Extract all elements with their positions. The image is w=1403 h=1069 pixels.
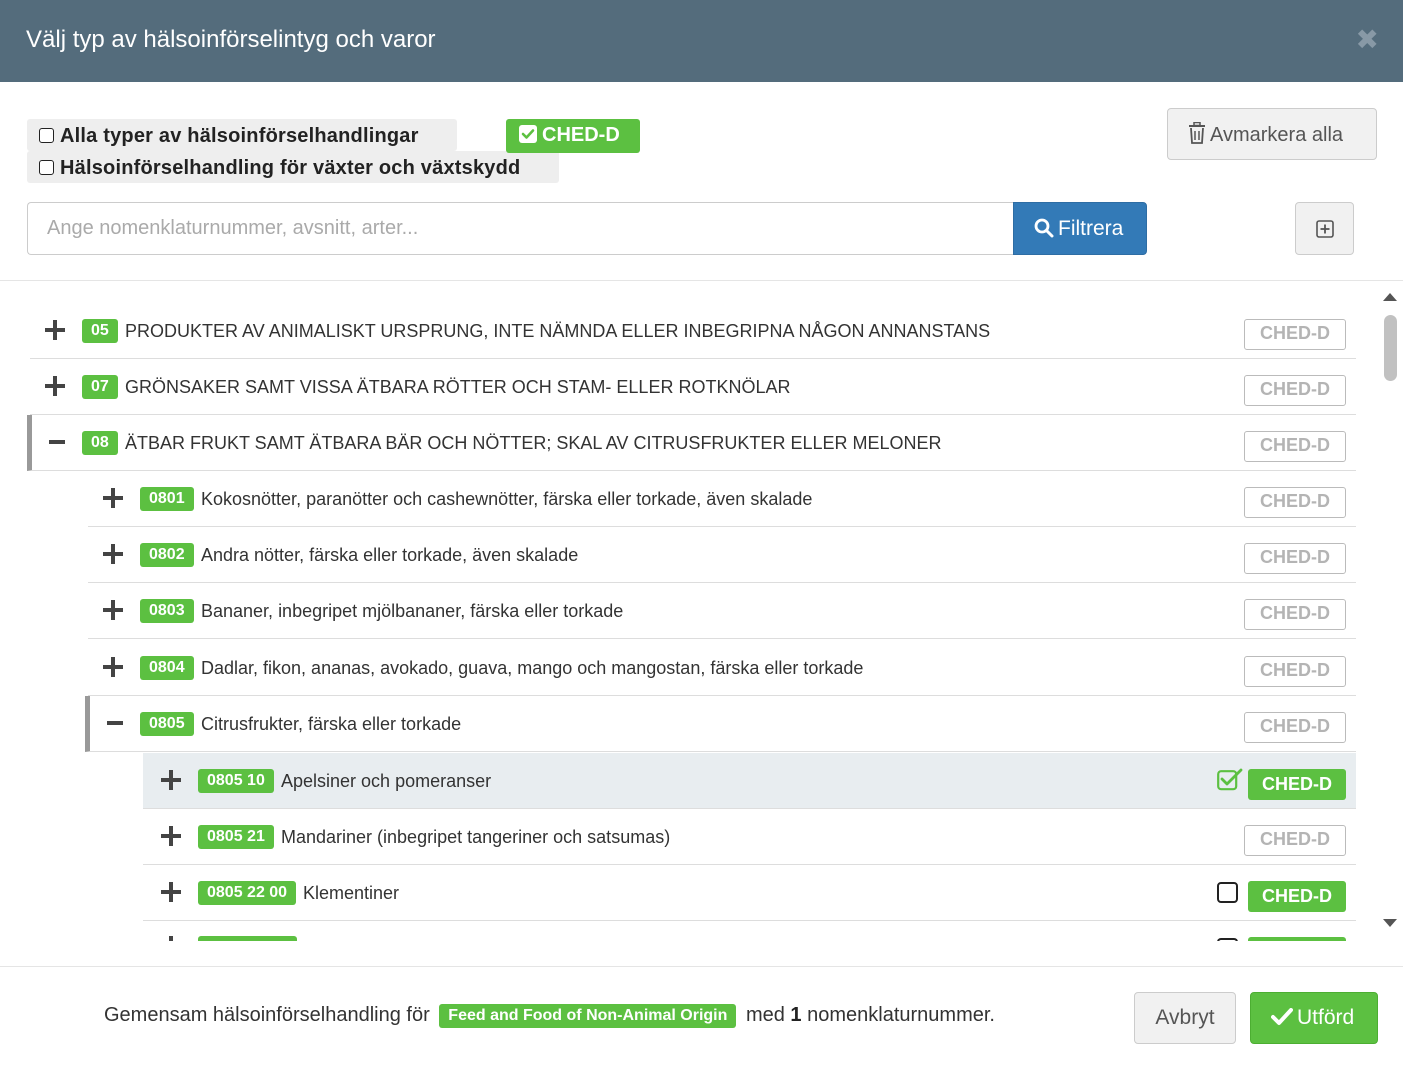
ched-d-badge[interactable]: CHED-D [1244, 375, 1346, 406]
scroll-down-arrow[interactable] [1383, 919, 1397, 927]
ched-d-filter-label: CHED-D [542, 124, 620, 146]
expand-icon[interactable] [161, 882, 181, 902]
all-types-label: Alla typer av hälsoinförselhandlingar [60, 125, 419, 147]
expand-icon[interactable] [103, 488, 123, 508]
collapse-icon[interactable] [105, 713, 125, 733]
ched-d-badge-active[interactable] [1248, 937, 1346, 941]
row-label: Klementiner [303, 883, 400, 903]
ched-d-badge[interactable]: CHED-D [1244, 599, 1346, 630]
row-label: Mandariner (inbegripet tangeriner och sa… [281, 827, 671, 847]
ched-d-badge[interactable]: CHED-D [1244, 712, 1346, 743]
ched-d-badge[interactable]: CHED-D [1244, 543, 1346, 574]
modal-header: Välj typ av hälsoinförselintyg och varor… [0, 0, 1403, 82]
row-checked-icon[interactable] [1217, 768, 1243, 791]
expand-icon[interactable] [45, 376, 65, 396]
collapse-icon[interactable] [47, 432, 67, 452]
row-label: Citrusfrukter, färska eller torkade [201, 714, 462, 734]
ched-d-badge-active[interactable]: CHED-D [1248, 769, 1346, 800]
ched-d-badge-active[interactable]: CHED-D [1248, 881, 1346, 912]
clear-all-label: Avmarkera alla [1210, 124, 1344, 146]
tree-row[interactable]: 0803 Bananer, inbegripet mjölbananer, fä… [88, 583, 1356, 639]
plus-square-icon [1316, 220, 1334, 238]
category-badge: Feed and Food of Non-Animal Origin [439, 1004, 737, 1028]
search-icon [1034, 218, 1054, 238]
selected-count: 1 [790, 1004, 802, 1026]
ched-d-badge[interactable]: CHED-D [1244, 431, 1346, 462]
row-label: Dadlar, fikon, ananas, avokado, guava, m… [201, 658, 864, 678]
tree-row[interactable]: 0805 22 00 Klementiner CHED-D [143, 865, 1356, 921]
expand-icon[interactable] [161, 770, 181, 790]
nomenclature-tree[interactable]: 05 PRODUKTER AV ANIMALISKT URSPRUNG, INT… [0, 283, 1380, 941]
footer-divider [0, 966, 1403, 967]
all-types-option[interactable]: Alla typer av hälsoinförselhandlingar [27, 119, 457, 151]
divider [0, 280, 1403, 281]
done-label: Utförd [1297, 1006, 1355, 1029]
row-label: PRODUKTER AV ANIMALISKT URSPRUNG, INTE N… [125, 321, 991, 341]
nomenclature-code: 0805 22 00 [198, 881, 297, 905]
ched-d-badge[interactable]: CHED-D [1244, 319, 1346, 350]
row-label: Kokosnötter, paranötter och cashewnötter… [201, 489, 813, 509]
row-label: GRÖNSAKER SAMT VISSA ÄTBARA RÖTTER OCH S… [125, 377, 791, 397]
search-input[interactable]: Ange nomenklaturnummer, avsnitt, arter..… [27, 202, 1015, 255]
nomenclature-code: 08 [82, 431, 118, 455]
cancel-button[interactable]: Avbryt [1134, 992, 1236, 1044]
nomenclature-code: 07 [82, 375, 118, 399]
nomenclature-code [198, 936, 297, 941]
trash-icon [1189, 121, 1205, 144]
footer-text-before: Gemensam hälsoinförselhandling för [104, 1004, 430, 1026]
tree-row-expanded[interactable]: 08 ÄTBAR FRUKT SAMT ÄTBARA BÄR OCH NÖTTE… [27, 415, 1356, 471]
filter-label: Filtrera [1058, 217, 1124, 240]
ched-d-badge[interactable]: CHED-D [1244, 656, 1346, 687]
footer-summary: Gemensam hälsoinförselhandling för Feed … [104, 1004, 995, 1028]
footer-text-med: med [745, 1004, 785, 1026]
footer-text-after: nomenklaturnummer. [807, 1004, 995, 1026]
done-button[interactable]: Utförd [1250, 992, 1378, 1044]
close-icon[interactable]: ✖ [1356, 26, 1379, 54]
plants-checkbox[interactable] [39, 160, 54, 175]
nomenclature-code: 0803 [140, 599, 194, 623]
expand-icon[interactable] [169, 936, 173, 941]
nomenclature-code: 0805 21 [198, 825, 274, 849]
row-label: Andra nötter, färska eller torkade, även… [201, 545, 579, 565]
plants-label: Hälsoinförselhandling för växter och väx… [60, 157, 521, 179]
plants-option[interactable]: Hälsoinförselhandling för växter och väx… [27, 151, 559, 183]
expand-icon[interactable] [161, 826, 181, 846]
ched-d-badge[interactable]: CHED-D [1244, 487, 1346, 518]
row-checkbox[interactable] [1217, 938, 1238, 941]
nomenclature-code: 0805 10 [198, 769, 274, 793]
tree-row[interactable]: 07 GRÖNSAKER SAMT VISSA ÄTBARA RÖTTER OC… [30, 359, 1356, 415]
expand-all-button[interactable] [1295, 202, 1354, 255]
tree-row-selected[interactable]: 0805 10 Apelsiner och pomeranser CHED-D [143, 753, 1356, 809]
row-checkbox[interactable] [1217, 882, 1238, 903]
tree-row-partial[interactable] [143, 921, 1356, 941]
modal-title: Välj typ av hälsoinförselintyg och varor [26, 26, 436, 53]
scroll-up-arrow[interactable] [1383, 293, 1397, 301]
tree-row[interactable]: 05 PRODUKTER AV ANIMALISKT URSPRUNG, INT… [30, 303, 1356, 359]
nomenclature-code: 05 [82, 319, 118, 343]
row-label: Apelsiner och pomeranser [281, 771, 492, 791]
clear-all-button[interactable]: Avmarkera alla [1167, 108, 1377, 160]
expand-icon[interactable] [45, 320, 65, 340]
checked-icon [519, 125, 537, 143]
tree-row[interactable]: 0805 21 Mandariner (inbegripet tangerine… [143, 809, 1356, 865]
tree-row[interactable]: 0804 Dadlar, fikon, ananas, avokado, gua… [88, 640, 1356, 696]
tree-row[interactable]: 0802 Andra nötter, färska eller torkade,… [88, 527, 1356, 583]
all-types-checkbox[interactable] [39, 128, 54, 143]
expand-icon[interactable] [103, 544, 123, 564]
nomenclature-code: 0801 [140, 487, 194, 511]
expand-icon[interactable] [103, 657, 123, 677]
row-label: ÄTBAR FRUKT SAMT ÄTBARA BÄR OCH NÖTTER; … [125, 433, 942, 453]
scrollbar-thumb[interactable] [1384, 315, 1397, 381]
filter-button[interactable]: Filtrera [1013, 202, 1147, 255]
expand-icon[interactable] [103, 600, 123, 620]
nomenclature-code: 0804 [140, 656, 194, 680]
nomenclature-code: 0802 [140, 543, 194, 567]
check-icon [1271, 1008, 1293, 1025]
tree-row[interactable]: 0801 Kokosnötter, paranötter och cashewn… [88, 471, 1356, 527]
nomenclature-code: 0805 [140, 712, 194, 736]
row-label: Bananer, inbegripet mjölbananer, färska … [201, 601, 624, 621]
ched-d-filter-toggle[interactable]: CHED-D [506, 119, 640, 153]
ched-d-badge[interactable]: CHED-D [1244, 825, 1346, 856]
tree-row-expanded[interactable]: 0805 Citrusfrukter, färska eller torkade… [85, 696, 1356, 752]
